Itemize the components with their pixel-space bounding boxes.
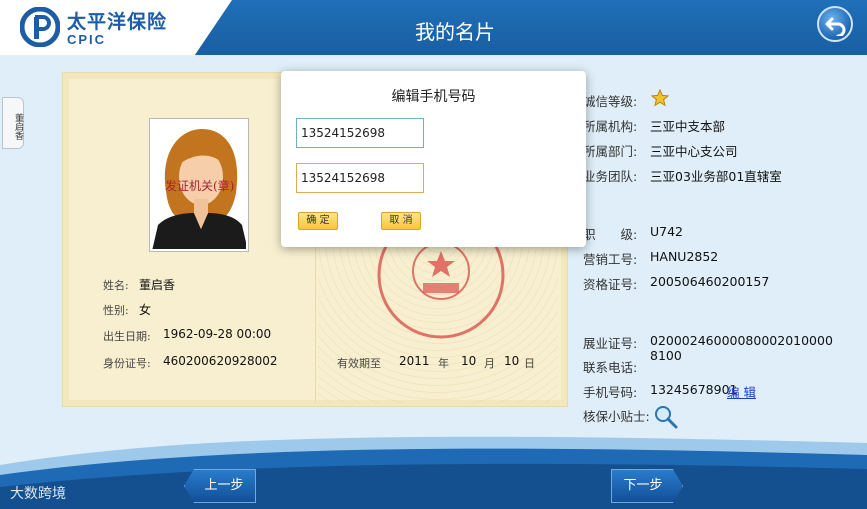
top-bar: 太平洋保险 CPIC 我的名片: [0, 0, 867, 55]
rank-label: 职 级:: [583, 227, 638, 242]
back-arrow-icon: [825, 17, 846, 36]
logo-text: 太平洋保险: [67, 11, 168, 33]
dept-value: 三亚中心支公司: [650, 144, 738, 159]
org-value: 三亚中支本部: [650, 119, 726, 134]
card-divider: [315, 243, 316, 403]
footer-wave: [0, 436, 867, 509]
dialog-title: 编辑手机号码: [391, 89, 476, 105]
birth-label: 出生日期:: [103, 330, 151, 343]
page-title: 我的名片: [415, 20, 495, 44]
cert-no-label: 资格证号:: [583, 277, 638, 292]
watermark: 大数跨境: [10, 486, 66, 502]
name-label: 姓名:: [103, 279, 129, 292]
valid-month: 10: [461, 354, 477, 368]
rank-value: U742: [650, 224, 684, 239]
seal-caption: 发证机关(章): [165, 179, 235, 193]
cert-no-value: 200506460200157: [650, 274, 770, 289]
back-button[interactable]: [817, 6, 853, 42]
contact-phone-label: 联系电话:: [583, 360, 638, 375]
next-step-button[interactable]: 下一步: [611, 469, 683, 503]
org-label: 所属机构:: [583, 119, 638, 134]
side-drawer-tab[interactable]: 董启香: [2, 97, 24, 149]
valid-until-label: 有效期至: [337, 357, 381, 370]
mobile-value: 13245678901: [650, 382, 738, 397]
credit-level-label: 诚信等级:: [583, 94, 638, 109]
mobile-input-primary[interactable]: [296, 118, 424, 148]
dept-label: 所属部门:: [583, 144, 638, 159]
cpic-logo-icon: [20, 7, 60, 47]
edit-mobile-dialog: 编辑手机号码 确 定 取 消: [281, 71, 586, 247]
sales-id-value: HANU2852: [650, 249, 719, 264]
id-number-value: 460200620928002: [163, 354, 278, 368]
sales-id-label: 营销工号:: [583, 252, 638, 267]
cancel-button[interactable]: 取 消: [381, 212, 421, 230]
gender-label: 性别:: [103, 304, 129, 317]
valid-year: 2011: [399, 354, 430, 368]
practice-no-label: 展业证号:: [583, 336, 638, 351]
logo-subtext: CPIC: [67, 32, 107, 47]
valid-day: 10: [504, 354, 520, 368]
id-number-label: 身份证号:: [103, 357, 151, 370]
confirm-button[interactable]: 确 定: [298, 212, 338, 230]
practice-no-value: 02000246000080002010000 8100: [650, 333, 833, 363]
underwriting-tips-label: 核保小贴士:: [583, 409, 650, 424]
team-label: 业务团队:: [583, 169, 638, 184]
name-value: 董启香: [139, 278, 176, 292]
day-unit: 日: [524, 357, 535, 370]
mobile-input-confirm[interactable]: [296, 163, 424, 193]
prev-step-button[interactable]: 上一步: [184, 469, 256, 503]
mobile-label: 手机号码:: [583, 385, 638, 400]
month-unit: 月: [484, 357, 495, 370]
team-value: 三亚03业务部01直辖室: [650, 169, 782, 184]
birth-value: 1962-09-28 00:00: [163, 327, 272, 341]
logo-panel: 太平洋保险 CPIC: [0, 0, 232, 55]
gender-value: 女: [139, 303, 152, 317]
star-icon: [651, 89, 669, 107]
year-unit: 年: [438, 357, 449, 370]
edit-mobile-link[interactable]: 编 辑: [727, 382, 756, 401]
